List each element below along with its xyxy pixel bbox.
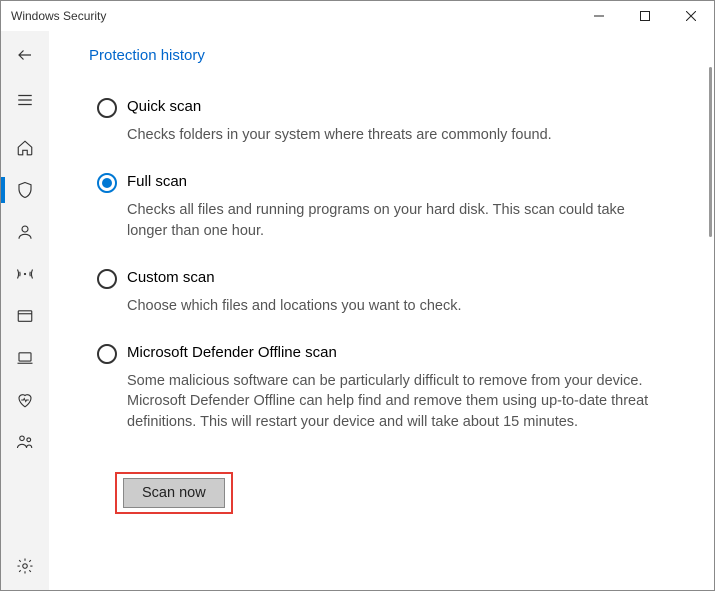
sidebar bbox=[1, 31, 49, 590]
protection-history-link[interactable]: Protection history bbox=[89, 47, 674, 64]
maximize-button[interactable] bbox=[622, 1, 668, 31]
option-desc: Checks all files and running programs on… bbox=[127, 200, 654, 241]
option-title: Full scan bbox=[127, 173, 654, 190]
laptop-icon bbox=[16, 349, 34, 367]
scan-option-offline[interactable]: Microsoft Defender Offline scan Some mali… bbox=[97, 344, 674, 432]
maximize-icon bbox=[640, 11, 650, 21]
family-icon bbox=[16, 433, 34, 451]
option-title: Microsoft Defender Offline scan bbox=[127, 344, 654, 361]
option-desc: Some malicious software can be particula… bbox=[127, 371, 654, 432]
radio-quick[interactable] bbox=[97, 98, 117, 118]
scrollbar-thumb[interactable] bbox=[709, 67, 712, 237]
close-button[interactable] bbox=[668, 1, 714, 31]
gear-icon bbox=[16, 557, 34, 575]
nav-family-options[interactable] bbox=[1, 421, 49, 463]
app-window: Windows Security bbox=[0, 0, 715, 591]
shield-icon bbox=[16, 181, 34, 199]
nav-device-performance[interactable] bbox=[1, 379, 49, 421]
hamburger-icon bbox=[16, 91, 34, 109]
window-control-buttons bbox=[576, 1, 714, 31]
scan-option-quick[interactable]: Quick scan Checks folders in your system … bbox=[97, 98, 674, 145]
back-button[interactable] bbox=[1, 31, 49, 79]
window-title: Windows Security bbox=[11, 9, 106, 23]
heart-icon bbox=[16, 391, 34, 409]
menu-button[interactable] bbox=[1, 79, 49, 121]
scan-option-custom[interactable]: Custom scan Choose which files and locati… bbox=[97, 269, 674, 316]
option-desc: Choose which files and locations you wan… bbox=[127, 296, 654, 316]
nav-account-protection[interactable] bbox=[1, 211, 49, 253]
radio-custom[interactable] bbox=[97, 269, 117, 289]
signal-icon bbox=[15, 265, 35, 283]
home-icon bbox=[16, 139, 34, 157]
person-icon bbox=[16, 223, 34, 241]
close-icon bbox=[686, 11, 696, 21]
nav-virus-protection[interactable] bbox=[1, 169, 49, 211]
scan-now-button[interactable]: Scan now bbox=[123, 478, 225, 508]
minimize-icon bbox=[594, 11, 604, 21]
minimize-button[interactable] bbox=[576, 1, 622, 31]
radio-offline[interactable] bbox=[97, 344, 117, 364]
nav-device-security[interactable] bbox=[1, 337, 49, 379]
radio-full[interactable] bbox=[97, 173, 117, 193]
option-title: Custom scan bbox=[127, 269, 654, 286]
scan-options: Quick scan Checks folders in your system … bbox=[89, 98, 674, 432]
main-content: Protection history Quick scan Checks fold… bbox=[49, 31, 714, 590]
nav-firewall[interactable] bbox=[1, 253, 49, 295]
option-desc: Checks folders in your system where thre… bbox=[127, 125, 654, 145]
scan-option-full[interactable]: Full scan Checks all files and running pr… bbox=[97, 173, 674, 241]
nav-app-browser[interactable] bbox=[1, 295, 49, 337]
option-title: Quick scan bbox=[127, 98, 654, 115]
nav-home[interactable] bbox=[1, 127, 49, 169]
app-window-icon bbox=[16, 307, 34, 325]
scan-now-highlight: Scan now bbox=[115, 472, 233, 514]
back-arrow-icon bbox=[16, 46, 34, 64]
nav-settings[interactable] bbox=[1, 542, 49, 590]
titlebar: Windows Security bbox=[1, 1, 714, 31]
